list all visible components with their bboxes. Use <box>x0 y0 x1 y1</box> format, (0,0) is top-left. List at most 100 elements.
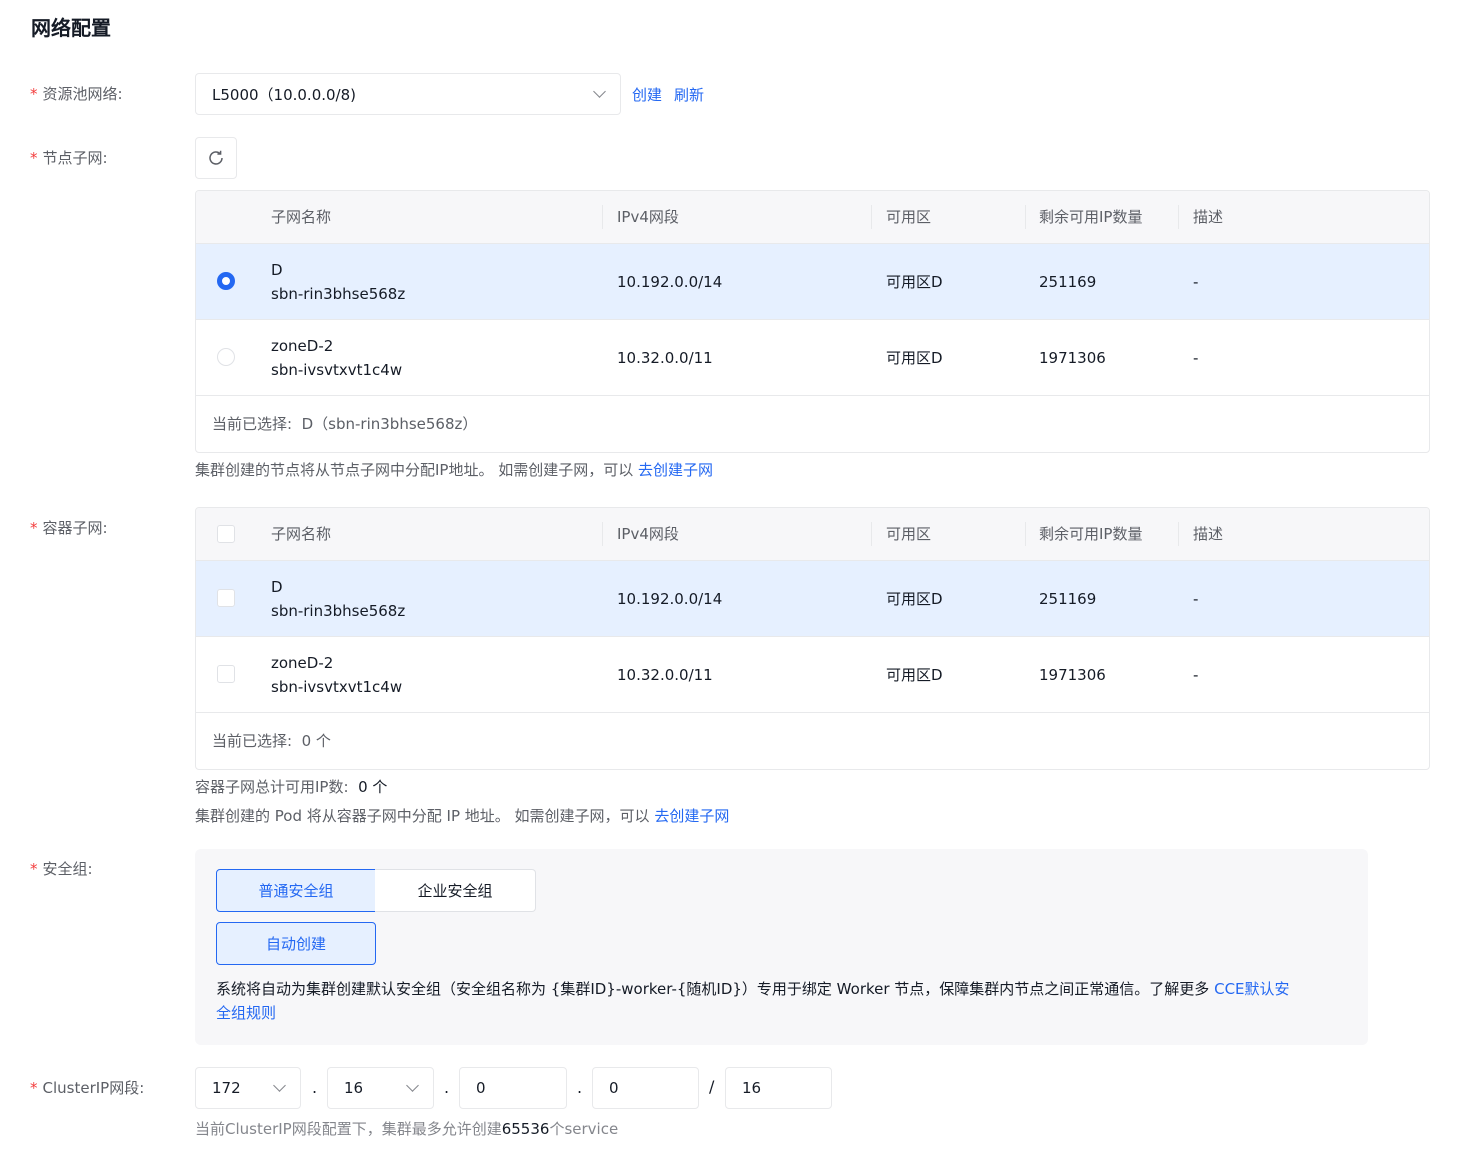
col-zone: 可用区 <box>886 525 932 543</box>
col-desc: 描述 <box>1193 208 1224 226</box>
selection-value: 0 个 <box>301 732 331 750</box>
node-subnet-label-text: 节点子网: <box>42 149 108 167</box>
chevron-down-icon <box>406 1079 419 1092</box>
subnet-available: 1971306 <box>1039 665 1106 684</box>
subnet-name: D <box>271 577 283 596</box>
subnet-zone: 可用区D <box>886 273 943 291</box>
cluster-ip-octet3-input[interactable]: 0 <box>459 1067 567 1109</box>
row-radio[interactable] <box>217 272 235 290</box>
subnet-zone: 可用区D <box>886 590 943 608</box>
subnet-zone: 可用区D <box>886 349 943 367</box>
row-checkbox[interactable] <box>217 589 235 607</box>
subnet-id: sbn-ivsvtxvt1c4w <box>271 677 403 696</box>
slash-separator: / <box>709 1077 715 1096</box>
col-desc: 描述 <box>1193 525 1224 543</box>
hint-text: 集群创建的 Pod 将从容器子网中分配 IP 地址。 如需创建子网，可以 <box>195 807 650 825</box>
vpc-select-value: L5000（10.0.0.0/8) <box>212 85 357 104</box>
refresh-button[interactable] <box>195 137 237 179</box>
table-row[interactable]: zoneD-2 sbn-ivsvtxvt1c4w 10.32.0.0/11 可用区… <box>196 637 1429 713</box>
node-subnet-label: * 节点子网: <box>30 149 108 167</box>
hint-text: 集群创建的节点将从节点子网中分配IP地址。 如需创建子网，可以 <box>195 461 634 479</box>
chevron-down-icon <box>593 85 606 98</box>
hint-prefix: 当前ClusterIP网段配置下，集群最多允许创建 <box>195 1120 502 1138</box>
col-subnet-name: 子网名称 <box>271 525 332 543</box>
octet4-value: 0 <box>609 1079 619 1097</box>
subnet-cidr: 10.192.0.0/14 <box>617 272 723 291</box>
dot-separator: . <box>577 1078 583 1097</box>
container-subnet-label: * 容器子网: <box>30 519 108 537</box>
subnet-zone: 可用区D <box>886 666 943 684</box>
row-radio[interactable] <box>217 348 235 366</box>
dot-separator: . <box>312 1078 318 1097</box>
refresh-icon <box>209 150 223 165</box>
cluster-ip-octet4-input[interactable]: 0 <box>592 1067 699 1109</box>
create-subnet-link[interactable]: 去创建子网 <box>638 461 713 479</box>
selection-label: 当前已选择: <box>212 415 293 433</box>
container-subnet-table: 子网名称 IPv4网段 可用区 剩余可用IP数量 描述 Dsbn-rin3bhs… <box>195 507 1430 770</box>
octet2-value: 16 <box>344 1079 364 1097</box>
cluster-ip-label: * ClusterIP网段: <box>30 1079 145 1097</box>
vpc-select[interactable]: L5000（10.0.0.0/8) <box>195 73 621 115</box>
subnet-available: 251169 <box>1039 272 1097 291</box>
chevron-down-icon <box>273 1079 286 1092</box>
page-title: 网络配置 <box>31 16 111 40</box>
cluster-ip-mask-input[interactable]: 16 <box>725 1067 832 1109</box>
col-ipv4: IPv4网段 <box>617 525 679 543</box>
subnet-available: 251169 <box>1039 589 1097 608</box>
cluster-ip-octet2-select[interactable]: 16 <box>327 1067 434 1109</box>
col-available-ip: 剩余可用IP数量 <box>1039 525 1143 543</box>
table-row[interactable]: Dsbn-rin3bhse568z 10.192.0.0/14 可用区D 251… <box>196 561 1429 637</box>
selection-summary: 当前已选择: D（sbn-rin3bhse568z） <box>196 396 1429 452</box>
dot-separator: . <box>444 1078 450 1097</box>
selection-label: 当前已选择: <box>212 732 293 750</box>
row-checkbox[interactable] <box>217 665 235 683</box>
subnet-desc: - <box>1193 665 1199 684</box>
subnet-id: sbn-rin3bhse568z <box>271 284 406 303</box>
cce-rules-link-continued[interactable]: 全组规则 <box>216 1004 276 1022</box>
subnet-desc: - <box>1193 589 1199 608</box>
total-label: 容器子网总计可用IP数: <box>195 778 349 796</box>
octet1-value: 172 <box>212 1079 241 1097</box>
select-all-checkbox[interactable] <box>217 525 235 543</box>
subnet-desc: - <box>1193 348 1199 367</box>
vpc-create-link[interactable]: 创建 <box>632 84 662 105</box>
col-zone: 可用区 <box>886 208 932 226</box>
subnet-available: 1971306 <box>1039 348 1106 367</box>
col-ipv4: IPv4网段 <box>617 208 679 226</box>
security-group-description: 系统将自动为集群创建默认安全组（安全组名称为 {集群ID}-worker-{随机… <box>216 977 1346 1025</box>
col-available-ip: 剩余可用IP数量 <box>1039 208 1143 226</box>
cluster-ip-octet1-select[interactable]: 172 <box>195 1067 301 1109</box>
selection-value: D（sbn-rin3bhse568z） <box>301 415 478 433</box>
cce-rules-link[interactable]: CCE默认安 <box>1214 980 1289 998</box>
container-subnet-hint: 集群创建的 Pod 将从容器子网中分配 IP 地址。 如需创建子网，可以 去创建… <box>195 805 729 826</box>
security-group-label: * 安全组: <box>30 860 93 878</box>
node-subnet-hint: 集群创建的节点将从节点子网中分配IP地址。 如需创建子网，可以 去创建子网 <box>195 459 713 480</box>
vpc-refresh-link[interactable]: 刷新 <box>674 84 704 105</box>
subnet-cidr: 10.192.0.0/14 <box>617 589 723 608</box>
auto-create-button[interactable]: 自动创建 <box>216 922 376 965</box>
tab-normal-security-group[interactable]: 普通安全组 <box>216 869 376 912</box>
tab-enterprise-security-group[interactable]: 企业安全组 <box>375 869 536 912</box>
subnet-id: sbn-ivsvtxvt1c4w <box>271 360 403 379</box>
create-subnet-link[interactable]: 去创建子网 <box>654 807 729 825</box>
vpc-label-text: 资源池网络: <box>42 85 123 103</box>
subnet-name: zoneD-2 <box>271 653 334 672</box>
vpc-label: * 资源池网络: <box>30 85 123 103</box>
selection-summary: 当前已选择: 0 个 <box>196 713 1429 769</box>
cluster-ip-label-text: ClusterIP网段: <box>42 1079 145 1097</box>
subnet-id: sbn-rin3bhse568z <box>271 601 406 620</box>
security-group-label-text: 安全组: <box>42 860 93 878</box>
subnet-cidr: 10.32.0.0/11 <box>617 665 713 684</box>
mask-value: 16 <box>742 1079 762 1097</box>
container-ip-total: 容器子网总计可用IP数: 0 个 <box>195 776 387 797</box>
description-text: 系统将自动为集群创建默认安全组（安全组名称为 {集群ID}-worker-{随机… <box>216 980 1210 998</box>
table-row[interactable]: zoneD-2 sbn-ivsvtxvt1c4w 10.32.0.0/11 可用区… <box>196 320 1429 396</box>
hint-number: 65536 <box>501 1120 550 1138</box>
subnet-cidr: 10.32.0.0/11 <box>617 348 713 367</box>
table-header: 子网名称 IPv4网段 可用区 剩余可用IP数量 描述 <box>196 508 1429 561</box>
node-subnet-table: 子网名称 IPv4网段 可用区 剩余可用IP数量 描述 Dsbn-rin3bhs… <box>195 190 1430 453</box>
col-subnet-name: 子网名称 <box>271 208 332 226</box>
table-row[interactable]: Dsbn-rin3bhse568z 10.192.0.0/14 可用区D 251… <box>196 244 1429 320</box>
subnet-name: D <box>271 260 283 279</box>
subnet-desc: - <box>1193 272 1199 291</box>
